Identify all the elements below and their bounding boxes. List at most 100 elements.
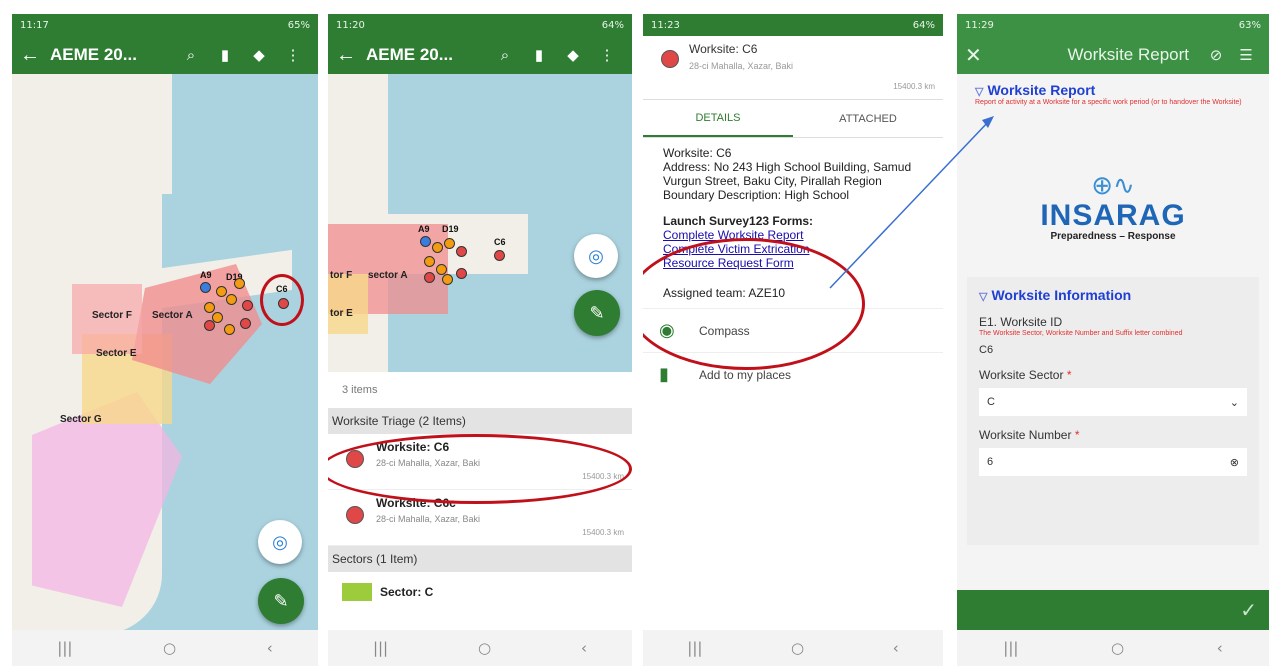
android-nav-bar: ||| ○ ‹ <box>12 630 318 666</box>
recents-icon[interactable]: ||| <box>57 639 72 657</box>
worksite-marker-c6[interactable] <box>494 250 505 261</box>
label-a9: A9 <box>418 224 430 234</box>
link-complete-worksite-report[interactable]: Complete Worksite Report <box>663 228 923 242</box>
home-icon[interactable]: ○ <box>163 639 176 657</box>
required-marker: * <box>1066 368 1072 382</box>
worksite-marker[interactable] <box>442 274 453 285</box>
section-title[interactable]: ▽ Worksite Report <box>975 82 1251 98</box>
phone-map-list: 11:20 64% ← AEME 20... ⌕ ▮ ◆ ⋮ tor F sec… <box>328 14 632 666</box>
back-icon[interactable]: ‹ <box>1217 639 1223 657</box>
results-count: 3 items <box>342 384 378 396</box>
bookmark-add-icon: ▮ <box>659 364 669 384</box>
status-bar: 11:20 64% <box>328 14 632 36</box>
app-bar: ← AEME 20... ⌕ ▮ ◆ ⋮ <box>12 36 318 74</box>
label-text: Worksite Sector <box>979 368 1064 382</box>
land-area <box>112 74 172 194</box>
checkmark-icon[interactable]: ✓ <box>1240 598 1257 623</box>
list-item-sector-c[interactable]: Sector: C <box>328 572 632 612</box>
sector-f-label: tor F <box>330 270 353 281</box>
recents-icon[interactable]: ||| <box>373 639 388 657</box>
launch-forms-header: Launch Survey123 Forms: <box>663 214 814 228</box>
status-bar: 11:29 63% <box>957 14 1269 36</box>
search-icon[interactable]: ⌕ <box>488 47 522 64</box>
worksite-marker[interactable] <box>226 294 237 305</box>
home-icon[interactable]: ○ <box>791 639 804 657</box>
map-view[interactable]: tor F sector A tor E A9 D19 C6 ◎ ✎ <box>328 74 632 372</box>
insarag-logo: ⊕∿ INSARAG Preparedness – Response <box>1021 151 1205 261</box>
edit-fab-button[interactable]: ✎ <box>574 290 620 336</box>
select-value: C <box>987 396 995 408</box>
back-arrow-icon[interactable]: ← <box>20 44 50 67</box>
annotation-circle <box>328 434 632 504</box>
input-value: 6 <box>987 456 994 468</box>
app-bar: ← AEME 20... ⌕ ▮ ◆ ⋮ <box>328 36 632 74</box>
bookmark-icon[interactable]: ▮ <box>208 46 242 64</box>
search-icon[interactable]: ⌕ <box>174 47 208 64</box>
detail-boundary: Boundary Description: High School <box>663 188 850 202</box>
worksite-marker[interactable] <box>216 286 227 297</box>
required-marker: * <box>1074 428 1080 442</box>
layers-icon[interactable]: ◆ <box>556 46 590 64</box>
worksite-marker[interactable] <box>432 242 443 253</box>
map-title: AEME 20... <box>50 45 137 64</box>
edit-fab-button[interactable]: ✎ <box>258 578 304 624</box>
locate-button[interactable]: ◎ <box>258 520 302 564</box>
more-icon[interactable]: ⋮ <box>590 46 624 64</box>
worksite-marker[interactable] <box>200 282 211 293</box>
android-nav-bar: ||| ○ ‹ <box>328 630 632 666</box>
layers-icon[interactable]: ◆ <box>242 46 276 64</box>
clear-icon[interactable]: ⊗ <box>1230 456 1239 469</box>
worksite-number-input[interactable]: 6 ⊗ <box>979 448 1247 476</box>
field-worksite-id-value: C6 <box>979 344 994 356</box>
worksite-marker[interactable] <box>456 268 467 279</box>
form-title-bar: ✕ Worksite Report ⊘ ☰ <box>957 36 1269 74</box>
worksite-marker[interactable] <box>456 246 467 257</box>
worksite-marker[interactable] <box>420 236 431 247</box>
sector-f-label: Sector F <box>92 310 133 321</box>
worksite-marker[interactable] <box>444 238 455 249</box>
map-view[interactable]: Sector F Sector A Sector E Sector G A9 D… <box>12 74 318 630</box>
worksite-marker[interactable] <box>424 272 435 283</box>
back-icon[interactable]: ‹ <box>581 639 587 657</box>
chevron-down-icon: ⌄ <box>1229 396 1239 409</box>
subsection-title-text: Worksite Information <box>991 287 1132 303</box>
subsection-title[interactable]: ▽ Worksite Information <box>979 287 1247 303</box>
back-icon[interactable]: ‹ <box>267 639 273 657</box>
bookmark-icon[interactable]: ▮ <box>522 46 556 64</box>
tab-details[interactable]: DETAILS <box>643 100 793 137</box>
sector-e-label: tor E <box>330 308 353 319</box>
recents-icon[interactable]: ||| <box>687 639 702 657</box>
back-arrow-icon[interactable]: ← <box>336 44 366 67</box>
worksite-marker[interactable] <box>204 302 215 313</box>
composite-screenshot: 11:17 65% ← AEME 20... ⌕ ▮ ◆ ⋮ Sector F … <box>0 0 1270 666</box>
home-icon[interactable]: ○ <box>478 639 491 657</box>
locate-button[interactable]: ◎ <box>574 234 618 278</box>
recents-icon[interactable]: ||| <box>1003 639 1018 657</box>
locate-icon: ◎ <box>588 245 604 266</box>
android-nav-bar: ||| ○ ‹ <box>957 630 1269 666</box>
more-icon[interactable]: ⋮ <box>276 46 310 64</box>
item-address: 28-ci Mahalla, Xazar, Baki <box>376 514 481 524</box>
menu-icon[interactable]: ☰ <box>1231 46 1261 64</box>
status-time: 11:17 <box>20 19 49 31</box>
worksite-marker[interactable] <box>224 324 235 335</box>
label-a9: A9 <box>200 270 212 280</box>
sector-g-label: Sector G <box>60 414 102 425</box>
close-icon[interactable]: ✕ <box>965 43 1005 68</box>
worksite-marker[interactable] <box>242 300 253 311</box>
label-c6: C6 <box>494 237 506 247</box>
phone-feature-details: 11:23 64% Worksite: C6 28-ci Mahalla, Xa… <box>643 14 943 666</box>
worksite-sector-select[interactable]: C ⌄ <box>979 388 1247 416</box>
location-off-icon[interactable]: ⊘ <box>1201 46 1231 64</box>
feature-header: Worksite: C6 28-ci Mahalla, Xazar, Baki … <box>643 36 943 100</box>
back-icon[interactable]: ‹ <box>893 639 899 657</box>
collapse-triangle-icon: ▽ <box>979 291 988 303</box>
submit-bar[interactable]: ✓ <box>957 590 1269 630</box>
worksite-marker[interactable] <box>424 256 435 267</box>
worksite-marker[interactable] <box>234 278 245 289</box>
worksite-marker[interactable] <box>204 320 215 331</box>
home-icon[interactable]: ○ <box>1111 639 1124 657</box>
tab-attached[interactable]: ATTACHED <box>793 100 943 137</box>
pencil-icon: ✎ <box>589 302 605 323</box>
worksite-marker[interactable] <box>240 318 251 329</box>
